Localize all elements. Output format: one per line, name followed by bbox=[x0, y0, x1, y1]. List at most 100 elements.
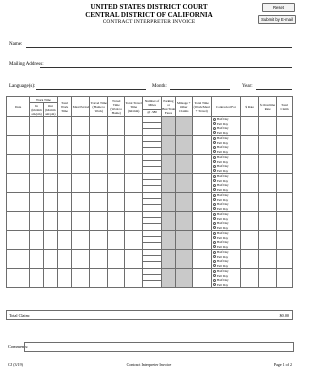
entry-cell[interactable] bbox=[42, 192, 58, 212]
miles-subcell[interactable] bbox=[143, 281, 161, 287]
entry-cell[interactable] bbox=[56, 268, 73, 288]
radio-button-icon[interactable] bbox=[212, 122, 216, 126]
contracted-cell[interactable]: Half Day Full Day Half Day Full Day bbox=[210, 135, 242, 155]
miles-cell[interactable] bbox=[142, 249, 163, 269]
entry-cell[interactable] bbox=[276, 192, 293, 212]
entry-cell[interactable] bbox=[191, 230, 212, 250]
entry-cell[interactable] bbox=[124, 192, 144, 212]
entry-cell[interactable] bbox=[89, 211, 109, 231]
entry-cell[interactable] bbox=[161, 154, 176, 174]
entry-cell[interactable] bbox=[124, 173, 144, 193]
radio-button-icon[interactable] bbox=[212, 221, 216, 225]
entry-cell[interactable] bbox=[191, 268, 212, 288]
entry-cell[interactable] bbox=[107, 249, 126, 269]
entry-cell[interactable] bbox=[124, 230, 144, 250]
radio-button-icon[interactable] bbox=[212, 117, 216, 121]
entry-cell[interactable] bbox=[29, 249, 44, 269]
entry-cell[interactable] bbox=[42, 230, 58, 250]
contracted-cell[interactable]: Half Day Full Day Half Day Full Day bbox=[210, 192, 242, 212]
entry-cell[interactable] bbox=[276, 173, 293, 193]
entry-cell[interactable] bbox=[71, 173, 91, 193]
entry-cell[interactable] bbox=[42, 173, 58, 193]
contracted-radio[interactable]: Full Day bbox=[212, 282, 241, 287]
entry-cell[interactable] bbox=[174, 268, 193, 288]
miles-subcell[interactable] bbox=[143, 205, 161, 211]
radio-button-icon[interactable] bbox=[212, 212, 216, 216]
entry-cell[interactable] bbox=[161, 249, 176, 269]
entry-cell[interactable] bbox=[29, 135, 44, 155]
contracted-radio[interactable]: Full Day bbox=[212, 130, 241, 135]
entry-cell[interactable] bbox=[191, 211, 212, 231]
entry-cell[interactable] bbox=[240, 173, 260, 193]
radio-button-icon[interactable] bbox=[212, 136, 216, 140]
radio-button-icon[interactable] bbox=[212, 198, 216, 202]
entry-cell[interactable] bbox=[124, 268, 144, 288]
entry-cell[interactable] bbox=[191, 116, 212, 136]
entry-cell[interactable] bbox=[5, 249, 31, 269]
entry-cell[interactable] bbox=[5, 154, 31, 174]
entry-cell[interactable] bbox=[71, 249, 91, 269]
miles-subcell[interactable] bbox=[143, 129, 161, 135]
entry-cell[interactable] bbox=[161, 192, 176, 212]
radio-button-icon[interactable] bbox=[212, 255, 216, 259]
entry-cell[interactable] bbox=[174, 230, 193, 250]
entry-cell[interactable] bbox=[191, 135, 212, 155]
radio-button-icon[interactable] bbox=[212, 225, 216, 230]
entry-cell[interactable] bbox=[71, 154, 91, 174]
entry-cell[interactable] bbox=[276, 230, 293, 250]
miles-subcell[interactable] bbox=[143, 167, 161, 173]
radio-button-icon[interactable] bbox=[212, 282, 216, 287]
entry-cell[interactable] bbox=[42, 154, 58, 174]
entry-cell[interactable] bbox=[5, 173, 31, 193]
entry-cell[interactable] bbox=[124, 116, 144, 136]
contracted-cell[interactable]: Half Day Full Day Half Day Full Day bbox=[210, 154, 242, 174]
miles-subcell[interactable] bbox=[143, 243, 161, 249]
entry-cell[interactable] bbox=[107, 230, 126, 250]
entry-cell[interactable] bbox=[258, 230, 278, 250]
miles-cell[interactable] bbox=[142, 230, 163, 250]
entry-cell[interactable] bbox=[240, 268, 260, 288]
contracted-radio[interactable]: Full Day bbox=[212, 168, 241, 173]
entry-cell[interactable] bbox=[174, 173, 193, 193]
entry-cell[interactable] bbox=[42, 135, 58, 155]
radio-button-icon[interactable] bbox=[212, 164, 216, 168]
entry-cell[interactable] bbox=[240, 192, 260, 212]
radio-button-icon[interactable] bbox=[212, 174, 216, 178]
entry-cell[interactable] bbox=[56, 192, 73, 212]
radio-button-icon[interactable] bbox=[212, 269, 216, 273]
entry-cell[interactable] bbox=[107, 173, 126, 193]
entry-cell[interactable] bbox=[5, 268, 31, 288]
contracted-radio[interactable]: Full Day bbox=[212, 149, 241, 154]
contracted-cell[interactable]: Half Day Full Day Half Day Full Day bbox=[210, 116, 242, 136]
radio-button-icon[interactable] bbox=[212, 155, 216, 159]
entry-cell[interactable] bbox=[71, 230, 91, 250]
entry-cell[interactable] bbox=[42, 116, 58, 136]
entry-cell[interactable] bbox=[89, 192, 109, 212]
entry-cell[interactable] bbox=[191, 192, 212, 212]
entry-cell[interactable] bbox=[107, 192, 126, 212]
entry-cell[interactable] bbox=[174, 211, 193, 231]
entry-cell[interactable] bbox=[5, 135, 31, 155]
entry-cell[interactable] bbox=[124, 249, 144, 269]
entry-cell[interactable] bbox=[161, 230, 176, 250]
entry-cell[interactable] bbox=[42, 268, 58, 288]
entry-cell[interactable] bbox=[29, 116, 44, 136]
contracted-radio[interactable]: Full Day bbox=[212, 187, 241, 192]
entry-cell[interactable] bbox=[56, 230, 73, 250]
radio-button-icon[interactable] bbox=[212, 202, 216, 206]
entry-cell[interactable] bbox=[174, 116, 193, 136]
entry-cell[interactable] bbox=[56, 116, 73, 136]
entry-cell[interactable] bbox=[191, 249, 212, 269]
contracted-cell[interactable]: Half Day Full Day Half Day Full Day bbox=[210, 230, 242, 250]
entry-cell[interactable] bbox=[276, 135, 293, 155]
entry-cell[interactable] bbox=[29, 154, 44, 174]
entry-cell[interactable] bbox=[5, 116, 31, 136]
entry-cell[interactable] bbox=[174, 154, 193, 174]
miles-cell[interactable] bbox=[142, 154, 163, 174]
entry-cell[interactable] bbox=[240, 230, 260, 250]
radio-button-icon[interactable] bbox=[212, 274, 216, 278]
entry-cell[interactable] bbox=[56, 135, 73, 155]
miles-subcell[interactable] bbox=[143, 262, 161, 268]
entry-cell[interactable] bbox=[29, 211, 44, 231]
entry-cell[interactable] bbox=[71, 192, 91, 212]
